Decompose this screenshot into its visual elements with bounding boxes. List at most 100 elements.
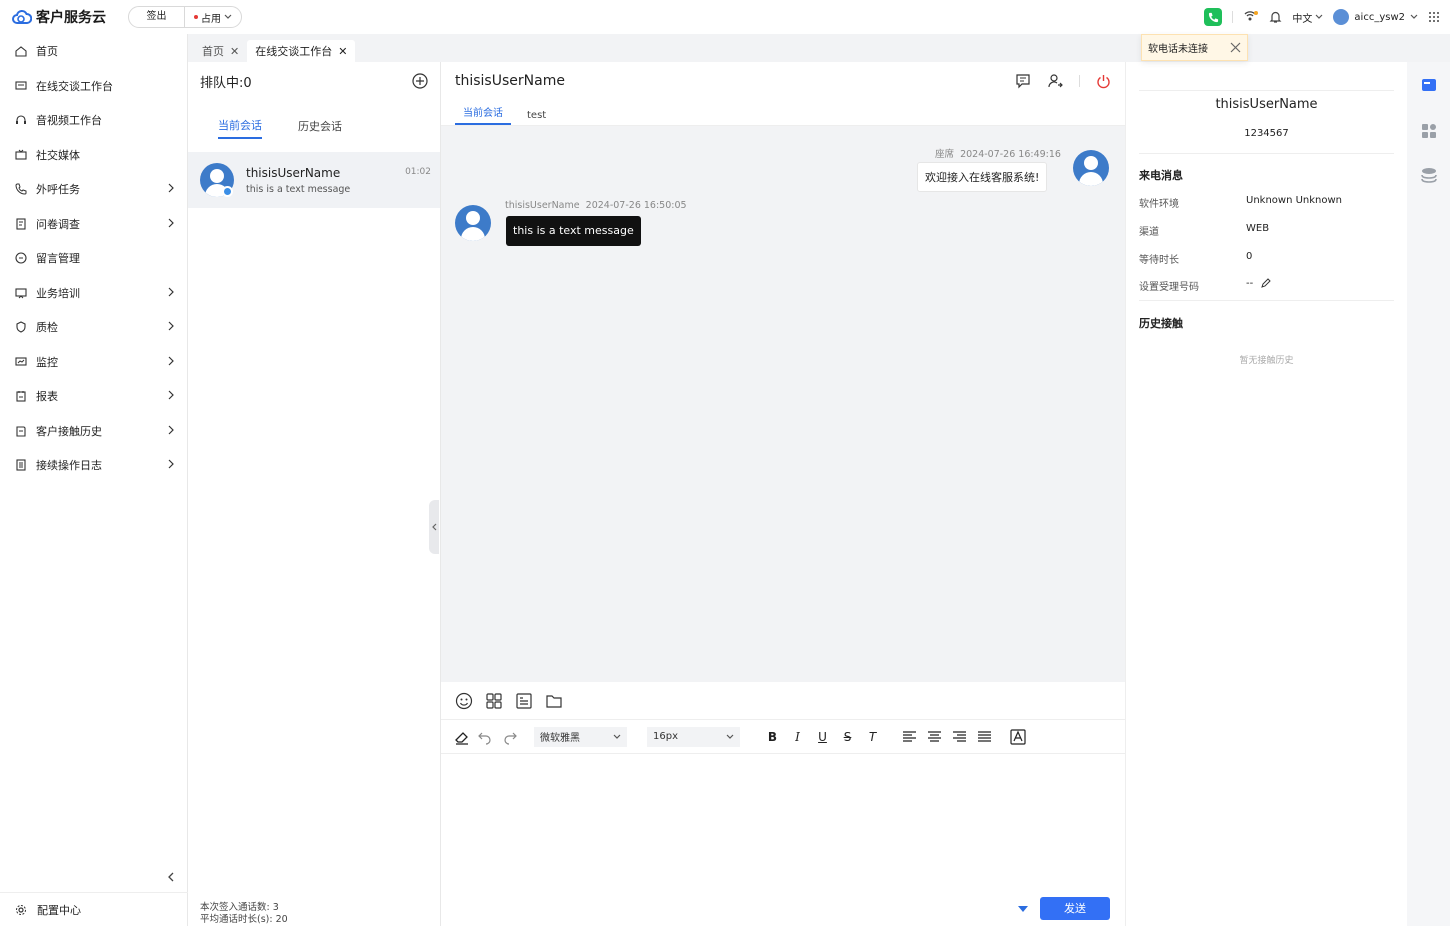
agent-message-bubble: 欢迎接入在线客服系统! [917, 162, 1048, 192]
softphone-button[interactable] [1204, 8, 1223, 26]
clear-format-icon[interactable]: T [860, 730, 885, 744]
sidebar-item-label: 业务培训 [36, 286, 80, 300]
power-icon[interactable] [1096, 74, 1111, 89]
info-row: 设置受理号码 -- [1139, 278, 1394, 301]
tab-history-sessions[interactable]: 历史会话 [298, 114, 342, 138]
sign-status-box: 签出 占用 [128, 6, 242, 28]
sidebar-item[interactable]: 业务培训 [0, 276, 187, 311]
apps-icon[interactable] [1420, 122, 1438, 140]
bold-icon[interactable]: B [760, 730, 785, 744]
close-icon[interactable] [1230, 42, 1241, 53]
sidebar-item-label: 问卷调查 [36, 217, 80, 231]
close-icon[interactable]: ✕ [338, 45, 347, 58]
status-select[interactable]: 占用 [185, 10, 241, 25]
notes-icon[interactable] [1015, 73, 1031, 89]
chevron-down-icon [224, 14, 232, 19]
italic-icon[interactable]: I [785, 730, 810, 744]
report-icon [15, 390, 27, 402]
folder-icon[interactable] [545, 692, 563, 710]
softphone-toast: 软电话未连接 [1141, 34, 1248, 61]
sidebar-collapse-icon[interactable] [164, 870, 178, 884]
sidebar-item[interactable]: 客户接触历史 [0, 414, 187, 449]
info-key: 设置受理号码 [1139, 282, 1199, 293]
sidebar-item[interactable]: 质检 [0, 310, 187, 345]
chevron-right-icon [168, 356, 174, 365]
agent-message-meta: 座席 2024-07-26 16:49:16 [935, 146, 1061, 160]
template-icon[interactable] [515, 692, 533, 710]
spellcheck-icon[interactable] [1009, 728, 1027, 746]
chevron-left-icon [432, 523, 437, 531]
gear-icon [16, 904, 26, 915]
emoji-icon[interactable] [455, 692, 473, 710]
tab-current-sessions[interactable]: 当前会话 [218, 113, 262, 139]
app-logo: 客户服务云 [12, 7, 124, 27]
underline-icon[interactable]: U [810, 730, 835, 744]
agent-stats: 本次签入通话数: 3 平均通话时长(s): 20 [200, 902, 288, 926]
info-value: -- [1246, 278, 1254, 289]
survey-icon [15, 218, 27, 230]
font-family-select[interactable]: 微软雅黑 [534, 726, 627, 747]
add-circle-icon[interactable] [412, 73, 428, 89]
eraser-icon[interactable] [453, 728, 471, 746]
config-center[interactable]: 配置中心 [0, 892, 188, 926]
queue-count: 排队中:0 [200, 75, 252, 91]
signal-icon[interactable] [1243, 10, 1259, 24]
customer-card-icon[interactable] [1420, 76, 1438, 94]
toast-text: 软电话未连接 [1148, 44, 1208, 55]
stat-avg-duration: 平均通话时长(s): 20 [200, 914, 288, 925]
strikethrough-icon[interactable]: S [835, 730, 860, 744]
sidebar-item-label: 首页 [36, 45, 58, 59]
phone-icon [15, 183, 27, 195]
tab-home[interactable]: 首页 ✕ [194, 40, 247, 62]
top-bar: 客户服务云 签出 占用 中文 aicc_ysw2 [0, 0, 1450, 34]
quick-reply-icon[interactable] [485, 692, 503, 710]
sidebar-item[interactable]: 报表 [0, 379, 187, 414]
send-button[interactable]: 发送 [1040, 897, 1110, 920]
signout-button[interactable]: 签出 [129, 7, 185, 27]
sidebar-item-label: 音视频工作台 [36, 114, 102, 128]
align-center-icon[interactable] [922, 730, 947, 744]
sidebar-item[interactable]: 接续操作日志 [0, 448, 187, 483]
bell-icon[interactable] [1269, 10, 1282, 24]
sidebar-item[interactable]: 留言管理 [0, 241, 187, 276]
sidebar-item[interactable]: 外呼任务 [0, 172, 187, 207]
divider [1079, 75, 1080, 87]
knowledge-base-icon[interactable] [1420, 166, 1438, 184]
tab-test[interactable]: test [519, 110, 554, 125]
sidebar-item[interactable]: 监控 [0, 345, 187, 380]
sidebar-item[interactable]: 社交媒体 [0, 138, 187, 173]
sidebar-item[interactable]: 问卷调查 [0, 207, 187, 242]
align-right-icon[interactable] [947, 730, 972, 744]
panel-collapse-handle[interactable] [429, 500, 439, 554]
undo-icon[interactable] [477, 729, 493, 745]
font-size-select[interactable]: 16px [647, 726, 740, 747]
web-channel-icon [222, 186, 233, 197]
edit-icon[interactable] [1261, 278, 1271, 288]
close-icon[interactable]: ✕ [230, 45, 239, 58]
send-options-icon[interactable] [1018, 906, 1028, 912]
transfer-user-icon[interactable] [1047, 73, 1063, 89]
sidebar: 首页在线交谈工作台音视频工作台社交媒体外呼任务问卷调查留言管理业务培训质检 监控报… [0, 34, 188, 926]
queue-header: 排队中:0 [188, 62, 440, 100]
tab-online-chat[interactable]: 在线交谈工作台 ✕ [247, 40, 356, 62]
message-sender: 座席 [935, 149, 955, 160]
sidebar-item[interactable]: 首页 [0, 34, 187, 69]
sidebar-item[interactable]: 在线交谈工作台 [0, 69, 187, 104]
redo-icon[interactable] [502, 729, 518, 745]
monitor-icon [15, 356, 27, 368]
message-input[interactable] [441, 754, 1125, 884]
apps-grid-icon[interactable] [1428, 11, 1440, 23]
language-select[interactable]: 中文 [1292, 10, 1323, 25]
list-item[interactable]: thisisUserName this is a text message 01… [188, 152, 440, 208]
align-left-icon[interactable] [897, 730, 922, 744]
sidebar-item[interactable]: 音视频工作台 [0, 103, 187, 138]
message-area[interactable]: 座席 2024-07-26 16:49:16 欢迎接入在线客服系统! thisi… [441, 126, 1125, 682]
user-menu[interactable]: aicc_ysw2 [1333, 9, 1418, 25]
message-time: 2024-07-26 16:50:05 [585, 200, 687, 211]
cloud-logo-icon [12, 9, 32, 24]
conversation-last-message: this is a text message [246, 183, 351, 195]
info-value: Unknown Unknown [1246, 195, 1343, 206]
sidebar-item-label: 外呼任务 [36, 183, 80, 197]
align-justify-icon[interactable] [972, 730, 997, 744]
tab-current-session[interactable]: 当前会话 [455, 104, 511, 125]
